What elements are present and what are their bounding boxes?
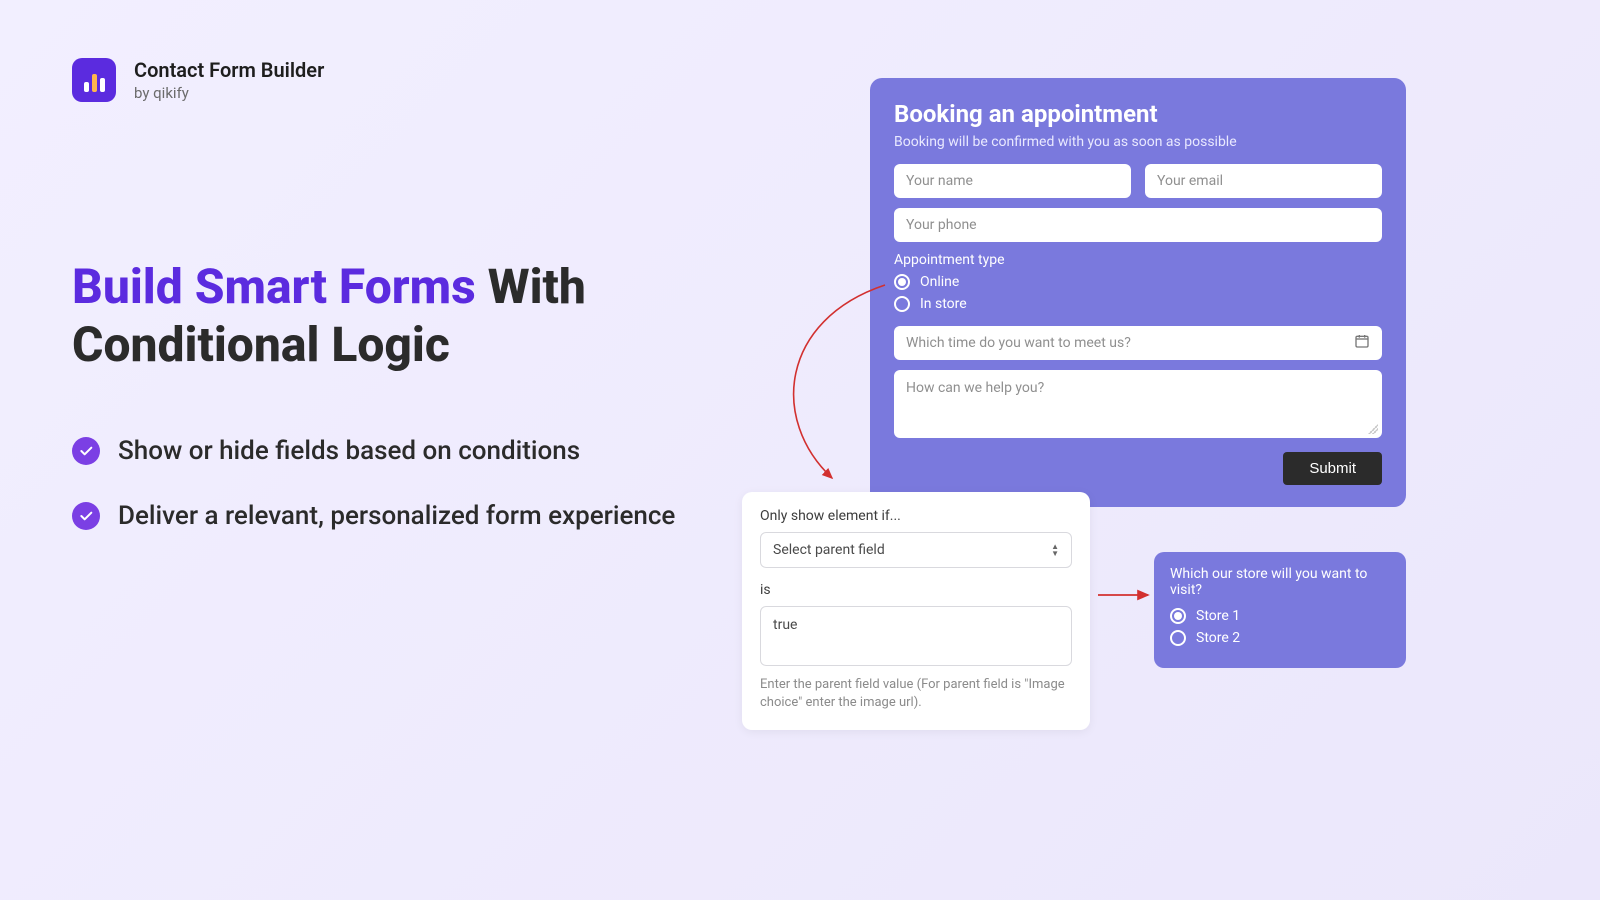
bullet-text: Show or hide fields based on conditions xyxy=(118,433,580,469)
headline-accent: Build Smart Forms xyxy=(72,258,476,315)
condition-config-card: Only show element if... Select parent fi… xyxy=(742,492,1090,730)
radio-icon xyxy=(1170,608,1186,624)
brand-title: Contact Form Builder xyxy=(134,58,324,82)
time-placeholder: Which time do you want to meet us? xyxy=(906,335,1131,351)
select-placeholder: Select parent field xyxy=(773,542,885,558)
time-input[interactable]: Which time do you want to meet us? xyxy=(894,326,1382,360)
bullet-item: Show or hide fields based on conditions xyxy=(72,433,712,469)
radio-option-online[interactable]: Online xyxy=(894,274,1382,290)
store-question: Which our store will you want to visit? xyxy=(1170,566,1390,598)
radio-label: Store 2 xyxy=(1196,630,1240,646)
radio-icon xyxy=(1170,630,1186,646)
message-placeholder: How can we help you? xyxy=(906,380,1044,396)
radio-option-store-1[interactable]: Store 1 xyxy=(1170,608,1390,624)
brand-logo-icon xyxy=(72,58,116,102)
check-circle-icon xyxy=(72,502,100,530)
condition-value-text: true xyxy=(773,617,797,633)
appointment-type-label: Appointment type xyxy=(894,252,1382,268)
radio-label: In store xyxy=(920,296,967,312)
form-subtitle: Booking will be confirmed with you as so… xyxy=(894,134,1382,150)
parent-field-select[interactable]: Select parent field ▲▼ xyxy=(760,532,1072,568)
marketing-copy: Build Smart Forms With Conditional Logic… xyxy=(72,258,712,562)
email-input[interactable]: Your email xyxy=(1145,164,1382,198)
radio-label: Online xyxy=(920,274,959,290)
check-circle-icon xyxy=(72,437,100,465)
phone-input[interactable]: Your phone xyxy=(894,208,1382,242)
name-input[interactable]: Your name xyxy=(894,164,1131,198)
radio-icon xyxy=(894,296,910,312)
radio-option-store-2[interactable]: Store 2 xyxy=(1170,630,1390,646)
headline: Build Smart Forms With Conditional Logic xyxy=(72,258,712,373)
brand-byline: by qikify xyxy=(134,84,324,102)
store-choice-panel: Which our store will you want to visit? … xyxy=(1154,552,1406,668)
radio-option-in-store[interactable]: In store xyxy=(894,296,1382,312)
radio-label: Store 1 xyxy=(1196,608,1240,624)
radio-icon xyxy=(894,274,910,290)
submit-button[interactable]: Submit xyxy=(1283,452,1382,485)
condition-value-input[interactable]: true xyxy=(760,606,1072,666)
is-label: is xyxy=(760,582,1072,598)
condition-hint: Enter the parent field value (For parent… xyxy=(760,676,1072,712)
message-input[interactable]: How can we help you? xyxy=(894,370,1382,438)
form-title: Booking an appointment xyxy=(894,100,1382,128)
bullet-item: Deliver a relevant, personalized form ex… xyxy=(72,498,712,534)
booking-form-panel: Booking an appointment Booking will be c… xyxy=(870,78,1406,507)
bullet-text: Deliver a relevant, personalized form ex… xyxy=(118,498,675,534)
brand-header: Contact Form Builder by qikify xyxy=(72,58,324,102)
select-chevron-icon: ▲▼ xyxy=(1051,544,1059,557)
condition-heading: Only show element if... xyxy=(760,508,1072,524)
calendar-icon xyxy=(1354,333,1370,353)
